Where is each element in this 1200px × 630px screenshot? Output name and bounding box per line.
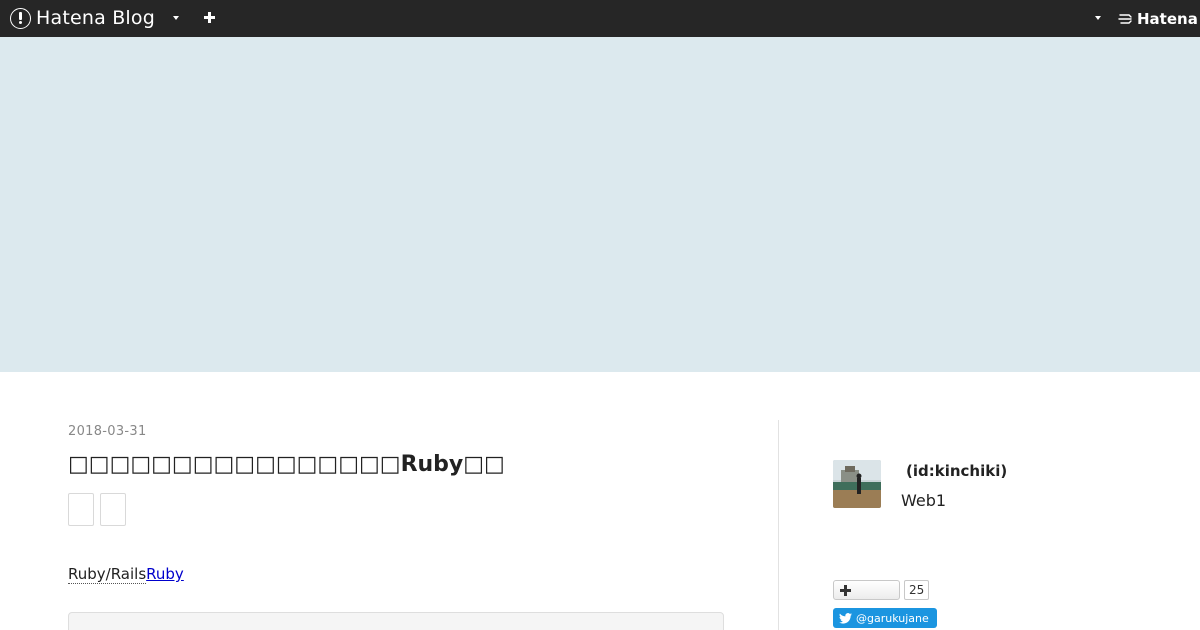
hatena-blog-logo-icon (10, 7, 31, 29)
user-menu-dropdown[interactable] (1092, 12, 1104, 24)
chevron-down-icon (173, 16, 179, 20)
twitter-bird-icon (839, 612, 852, 624)
new-post-button[interactable] (201, 9, 218, 26)
keyword-text: Ruby/Rails (68, 565, 147, 584)
hatena-blog-brand[interactable]: Hatena Blog (10, 7, 155, 29)
entry-lead: Ruby/RailsRuby (68, 565, 220, 584)
subscriber-count: 25 (904, 580, 930, 600)
blog-menu-dropdown[interactable] (170, 12, 182, 24)
hatena-logo-text: Hatena (1137, 10, 1198, 28)
subscribe-button[interactable] (833, 580, 900, 600)
global-header: Hatena Blog Hatena (0, 0, 1200, 37)
twitter-follow-button[interactable]: @garukujane (833, 608, 937, 628)
profile-description: Web1 (901, 491, 947, 510)
avatar[interactable] (833, 460, 881, 508)
chevron-down-icon (1095, 16, 1101, 20)
entry-title[interactable]: □□□□□□□□□□□□□□□□Ruby□□ (68, 452, 505, 477)
share-button[interactable] (100, 493, 126, 526)
profile-id[interactable]: (id:kinchiki) (906, 462, 1007, 480)
brand-name: Hatena Blog (36, 7, 155, 29)
twitter-handle: @garukujane (856, 611, 929, 625)
entry-date[interactable]: 2018-03-31 (68, 424, 147, 439)
column-divider (778, 420, 779, 630)
avatar-image (833, 460, 881, 508)
hatena-logo-icon (1118, 14, 1132, 24)
code-block (68, 612, 724, 630)
share-button[interactable] (68, 493, 94, 526)
ruby-link[interactable]: Ruby (146, 565, 220, 583)
blog-header-banner (0, 37, 1200, 372)
hatena-home-link[interactable]: Hatena (1118, 9, 1198, 29)
